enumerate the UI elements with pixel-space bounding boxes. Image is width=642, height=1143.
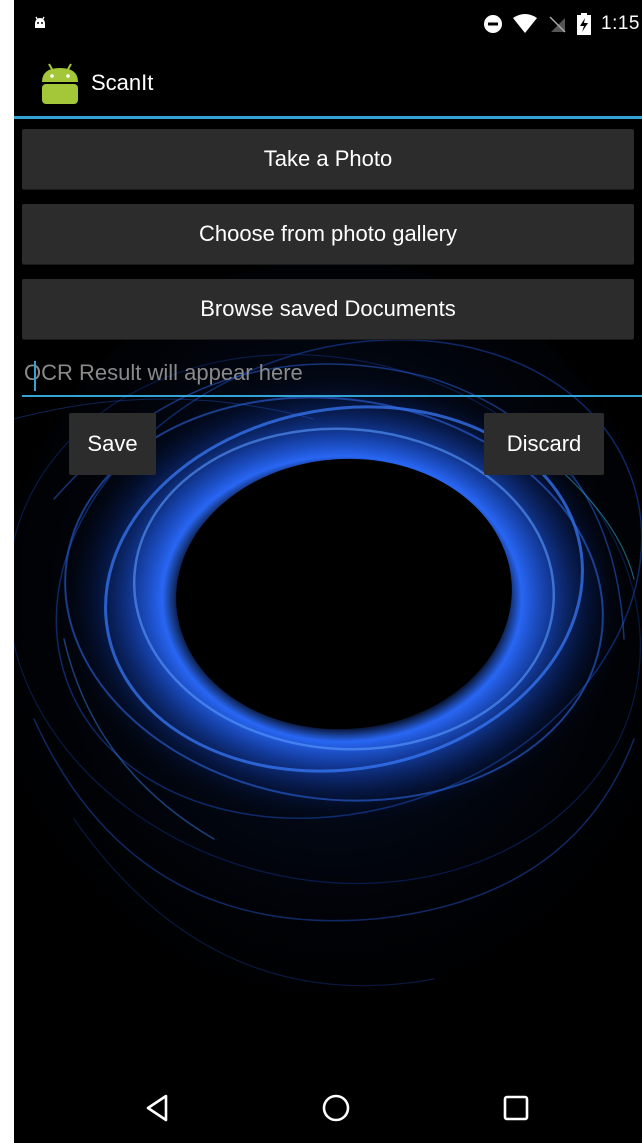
- navigation-bar: [14, 1072, 642, 1143]
- choose-gallery-button[interactable]: Choose from photo gallery: [22, 204, 634, 264]
- android-debug-icon: [35, 16, 45, 28]
- wifi-icon: [513, 14, 538, 34]
- no-sim-icon: [547, 14, 567, 34]
- back-triangle-icon[interactable]: [138, 1090, 178, 1126]
- save-button[interactable]: Save: [69, 413, 156, 475]
- status-bar: 1:15: [14, 0, 642, 46]
- android-robot-icon: [42, 63, 78, 104]
- discard-button[interactable]: Discard: [484, 413, 604, 475]
- device-screen: 1:15 ScanIt Take a Photo Choose from pho…: [14, 0, 642, 1143]
- text-cursor: [34, 361, 36, 391]
- do-not-disturb-icon: [483, 14, 503, 34]
- recents-square-icon[interactable]: [496, 1090, 536, 1126]
- main-content: Take a Photo Choose from photo gallery B…: [14, 119, 642, 1072]
- status-time: 1:15: [601, 13, 640, 34]
- battery-charging-icon: [577, 13, 592, 35]
- ocr-result-field[interactable]: [22, 351, 642, 397]
- take-photo-button[interactable]: Take a Photo: [22, 129, 634, 189]
- action-bar: ScanIt: [14, 46, 642, 118]
- status-icons: 1:15: [483, 12, 642, 36]
- app-title: ScanIt: [91, 70, 154, 95]
- browse-documents-button[interactable]: Browse saved Documents: [22, 279, 634, 339]
- home-circle-icon[interactable]: [316, 1090, 356, 1126]
